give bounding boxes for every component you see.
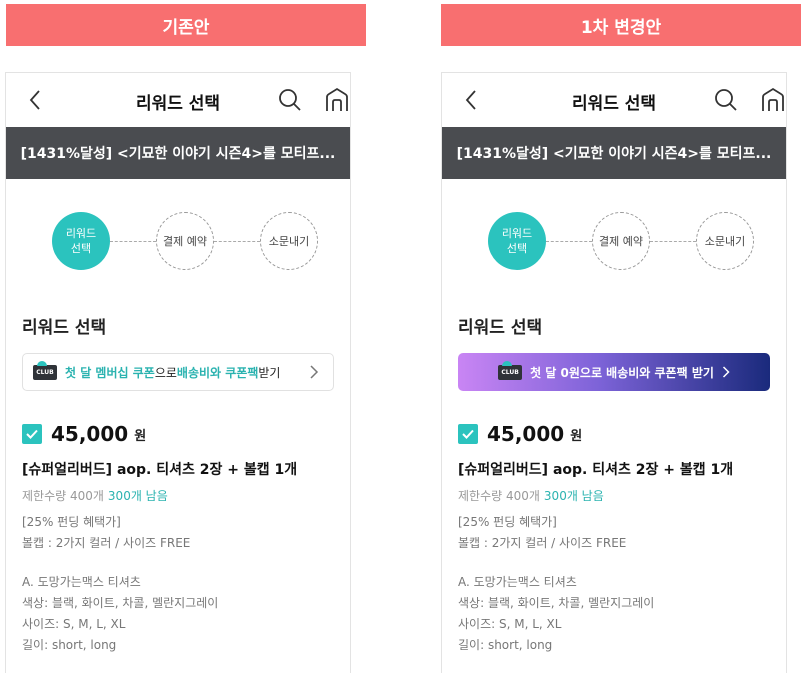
top-bar: 리워드 선택 bbox=[6, 73, 350, 127]
step-share: 소문내기 bbox=[260, 212, 318, 270]
step-payment: 결제 예약 bbox=[156, 212, 214, 270]
step-connector bbox=[650, 241, 696, 242]
phone-revised: 리워드 선택 [1431%달성] <기묘한 이야기 시즌4>를 모티프... 리… bbox=[441, 72, 787, 673]
home-icon[interactable] bbox=[324, 87, 350, 113]
check-icon bbox=[462, 429, 474, 439]
section-title: 리워드 선택 bbox=[22, 318, 107, 338]
reward-description: [25% 펀딩 혜택가] 볼캡 : 2가지 컬러 / 사이즈 FREE bbox=[22, 515, 191, 550]
step-indicator: 리워드 선택 결제 예약 소문내기 bbox=[442, 179, 786, 303]
coupon-text: 받기 bbox=[258, 365, 281, 380]
coupon-text-highlight: 배송비와 쿠폰팩 bbox=[176, 365, 259, 380]
remaining-count: 300개 남음 bbox=[107, 489, 168, 503]
reward-price-row[interactable]: 45,000 원 bbox=[22, 421, 350, 447]
membership-coupon-button[interactable]: CLUB 첫 달 멤버십 쿠폰 으로 배송비와 쿠폰팩 받기 bbox=[22, 353, 334, 391]
reward-description: [25% 펀딩 혜택가] 볼캡 : 2가지 컬러 / 사이즈 FREE bbox=[458, 515, 627, 550]
check-icon bbox=[26, 429, 38, 439]
project-banner[interactable]: [1431%달성] <기묘한 이야기 시즌4>를 모티프... bbox=[442, 127, 786, 179]
variant-label-revised: 1차 변경안 bbox=[441, 4, 801, 46]
chevron-right-icon bbox=[310, 365, 319, 379]
project-banner[interactable]: [1431%달성] <기묘한 이야기 시즌4>를 모티프... bbox=[6, 127, 350, 179]
step-reward-select: 리워드 선택 bbox=[488, 212, 546, 270]
reward-name: [슈퍼얼리버드] aop. 티셔츠 2장 + 볼캡 1개 bbox=[458, 462, 734, 478]
reward-price-row[interactable]: 45,000 원 bbox=[458, 421, 786, 447]
phone-original: 리워드 선택 [1431%달성] <기묘한 이야기 시즌4>를 모티프... 리… bbox=[5, 72, 351, 673]
reward-price: 45,000 bbox=[51, 422, 129, 446]
step-share: 소문내기 bbox=[696, 212, 754, 270]
coupon-text: 으로 bbox=[154, 365, 177, 380]
coupon-text-highlight: 첫 달 멤버십 쿠폰 bbox=[65, 365, 155, 380]
reward-name: [슈퍼얼리버드] aop. 티셔츠 2장 + 볼캡 1개 bbox=[22, 462, 298, 478]
step-reward-select: 리워드 선택 bbox=[52, 212, 110, 270]
checkbox-checked[interactable] bbox=[22, 424, 42, 444]
remaining-count: 300개 남음 bbox=[543, 489, 604, 503]
club-badge-icon: CLUB bbox=[33, 360, 57, 380]
club-badge-icon: CLUB bbox=[498, 360, 523, 380]
step-connector bbox=[110, 241, 156, 242]
coupon-text: 첫 달 0원으로 배송비와 쿠폰팩 받기 bbox=[530, 365, 714, 380]
search-icon[interactable] bbox=[713, 87, 739, 113]
top-bar: 리워드 선택 bbox=[442, 73, 786, 127]
step-payment: 결제 예약 bbox=[592, 212, 650, 270]
reward-options: A. 도망가는맥스 티셔츠 색상: 블랙, 화이트, 차콜, 멜란지그레이 사이… bbox=[22, 575, 219, 652]
price-unit: 원 bbox=[134, 428, 147, 444]
membership-coupon-button[interactable]: CLUB 첫 달 0원으로 배송비와 쿠폰팩 받기 bbox=[458, 353, 770, 391]
chevron-right-icon bbox=[722, 366, 730, 378]
reward-price: 45,000 bbox=[487, 422, 565, 446]
step-connector bbox=[546, 241, 592, 242]
reward-options: A. 도망가는맥스 티셔츠 색상: 블랙, 화이트, 차콜, 멜란지그레이 사이… bbox=[458, 575, 655, 652]
step-indicator: 리워드 선택 결제 예약 소문내기 bbox=[6, 179, 350, 303]
price-unit: 원 bbox=[570, 428, 583, 444]
section-title: 리워드 선택 bbox=[458, 318, 543, 338]
reward-limit: 제한수량 400개 300개 남음 bbox=[458, 489, 604, 503]
search-icon[interactable] bbox=[277, 87, 303, 113]
reward-limit: 제한수량 400개 300개 남음 bbox=[22, 489, 168, 503]
variant-label-original: 기존안 bbox=[6, 4, 366, 46]
checkbox-checked[interactable] bbox=[458, 424, 478, 444]
step-connector bbox=[214, 241, 260, 242]
home-icon[interactable] bbox=[760, 87, 786, 113]
